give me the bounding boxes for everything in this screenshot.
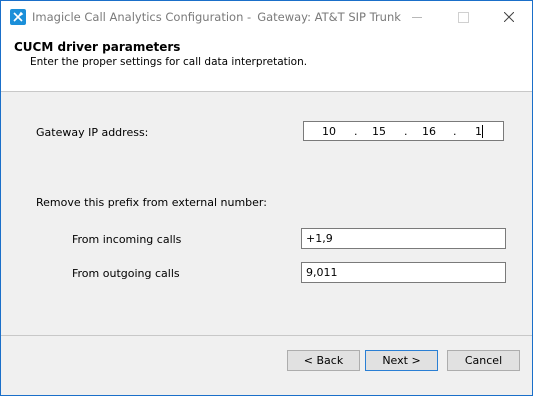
incoming-prefix-field[interactable]: +1,9 bbox=[301, 228, 506, 249]
title-bar[interactable]: Imagicle Call Analytics Configuration - G… bbox=[1, 1, 532, 33]
outgoing-calls-label: From outgoing calls bbox=[72, 267, 180, 280]
minimize-button[interactable] bbox=[394, 1, 440, 33]
gateway-ip-label: Gateway IP address: bbox=[36, 126, 149, 139]
prefix-section-label: Remove this prefix from external number: bbox=[36, 196, 267, 209]
ip-dot-3: . bbox=[453, 125, 457, 138]
ip-octet-4[interactable]: 1 bbox=[475, 125, 482, 138]
ip-dot-2: . bbox=[404, 125, 408, 138]
footer-divider bbox=[1, 335, 532, 336]
minimize-icon bbox=[412, 17, 422, 18]
maximize-button[interactable] bbox=[440, 1, 486, 33]
gateway-ip-input[interactable]: 10 . 15 . 16 . 1 bbox=[303, 121, 504, 141]
page-title: CUCM driver parameters bbox=[14, 40, 181, 54]
app-title: Imagicle Call Analytics Configuration - bbox=[32, 10, 252, 24]
wizard-window: Imagicle Call Analytics Configuration - G… bbox=[0, 0, 533, 396]
text-caret bbox=[482, 125, 483, 138]
wizard-header: CUCM driver parameters Enter the proper … bbox=[1, 33, 532, 91]
back-button[interactable]: < Back bbox=[287, 350, 360, 371]
ip-octet-2[interactable]: 15 bbox=[372, 125, 386, 138]
cancel-button[interactable]: Cancel bbox=[447, 350, 520, 371]
next-button[interactable]: Next > bbox=[365, 350, 438, 371]
ip-octet-1[interactable]: 10 bbox=[322, 125, 336, 138]
close-button[interactable] bbox=[486, 1, 532, 33]
header-divider bbox=[1, 91, 532, 92]
outgoing-prefix-field[interactable]: 9,011 bbox=[301, 262, 506, 283]
incoming-calls-label: From incoming calls bbox=[72, 233, 182, 246]
window-title: Imagicle Call Analytics Configuration - G… bbox=[32, 10, 401, 24]
close-icon bbox=[504, 12, 514, 22]
page-subtitle: Enter the proper settings for call data … bbox=[30, 56, 308, 68]
ip-octet-3[interactable]: 16 bbox=[422, 125, 436, 138]
ip-dot-1: . bbox=[354, 125, 358, 138]
gateway-title: Gateway: AT&T SIP Trunk bbox=[257, 10, 401, 24]
tools-icon bbox=[10, 9, 26, 25]
maximize-icon bbox=[458, 12, 469, 23]
